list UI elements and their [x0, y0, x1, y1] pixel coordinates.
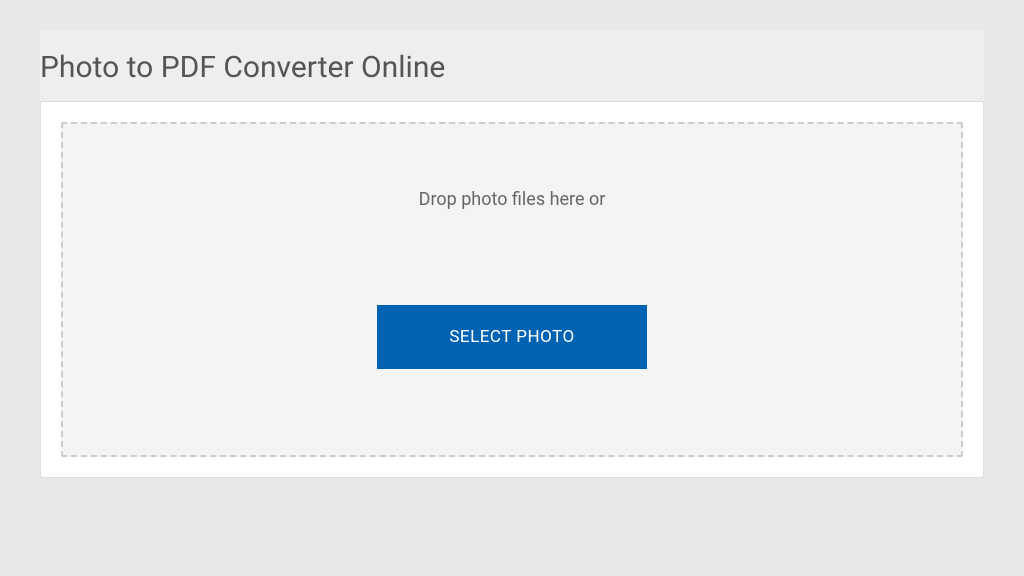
file-dropzone[interactable]: Drop photo files here or SELECT PHOTO	[61, 122, 963, 457]
select-photo-button[interactable]: SELECT PHOTO	[377, 305, 646, 369]
main-panel: Photo to PDF Converter Online Drop photo…	[40, 30, 984, 478]
page-title: Photo to PDF Converter Online	[40, 30, 984, 101]
upload-card: Drop photo files here or SELECT PHOTO	[40, 101, 984, 478]
dropzone-instruction: Drop photo files here or	[419, 189, 606, 210]
